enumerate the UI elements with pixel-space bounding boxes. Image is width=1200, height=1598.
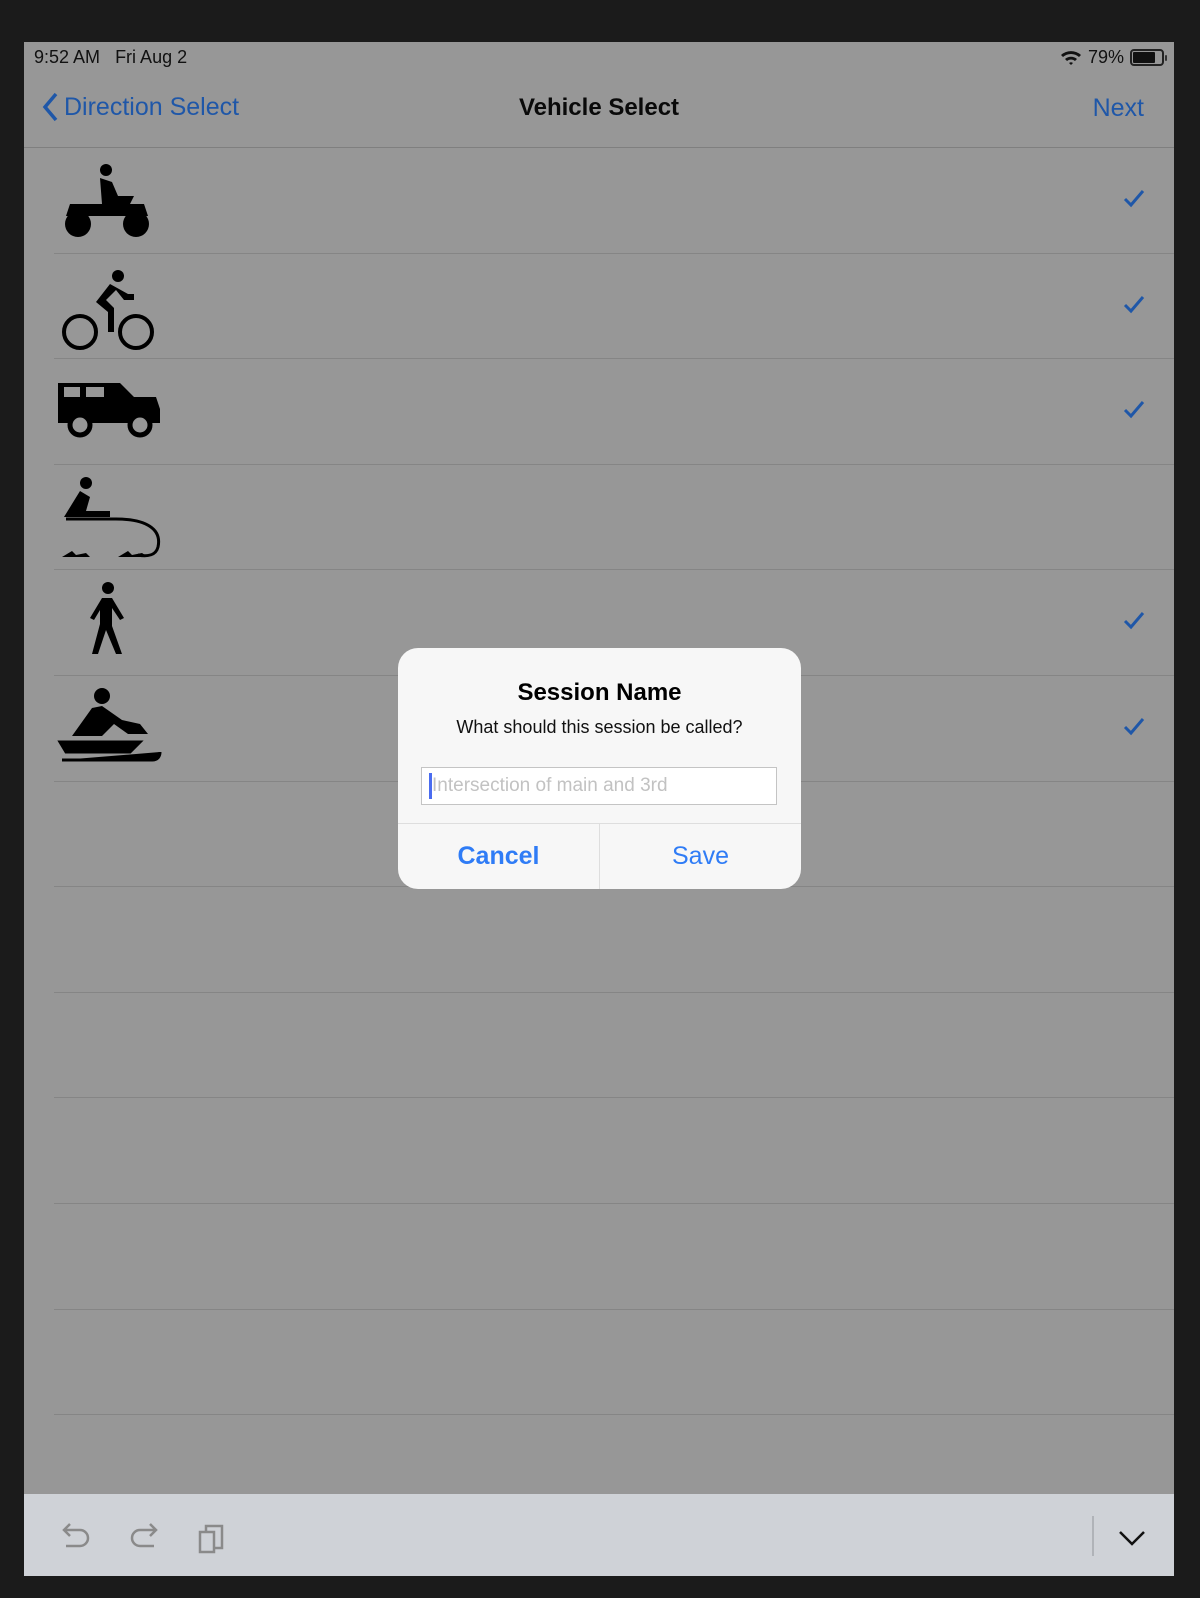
pedestrian-icon <box>90 582 124 655</box>
empty-row <box>54 1204 1174 1310</box>
cancel-button[interactable]: Cancel <box>398 824 600 889</box>
vehicle-row[interactable] <box>54 359 1174 465</box>
session-name-input[interactable] <box>421 767 777 805</box>
toolbar-divider <box>1092 1516 1094 1556</box>
status-time: 9:52 AM <box>34 47 101 67</box>
checkmark-icon <box>1123 401 1145 419</box>
vehicle-row[interactable] <box>54 148 1174 254</box>
bicycle-icon <box>62 269 154 350</box>
keyboard-toolbar <box>24 1494 1174 1576</box>
checkmark-icon <box>1123 612 1145 630</box>
undo-icon[interactable] <box>58 1520 94 1556</box>
atv-icon <box>65 164 149 237</box>
checkmark-icon <box>1123 295 1145 313</box>
empty-row <box>54 1098 1174 1204</box>
empty-row <box>54 887 1174 993</box>
alert-message: What should this session be called? <box>456 717 743 737</box>
snowmobile-icon <box>57 687 162 762</box>
checkmark-icon <box>1123 717 1145 736</box>
dismiss-keyboard-chevron-icon[interactable] <box>1114 1520 1150 1556</box>
status-bar: 9:52 AM Fri Aug 2 79% <box>24 42 1174 72</box>
alert-title: Session Name <box>517 679 682 706</box>
vehicle-row[interactable] <box>54 254 1174 360</box>
battery-icon <box>1130 49 1167 66</box>
status-date: Fri Aug 2 <box>115 47 188 67</box>
next-button[interactable]: Next <box>1093 94 1144 123</box>
checkmark-icon <box>1123 190 1145 208</box>
battery-percent: 79% <box>1087 47 1124 67</box>
dog-sled-icon <box>62 476 161 557</box>
redo-icon[interactable] <box>126 1520 162 1556</box>
page-title: Vehicle Select <box>518 94 680 121</box>
empty-row <box>54 1310 1174 1416</box>
empty-row <box>54 993 1174 1099</box>
jeep-icon <box>58 383 160 438</box>
paste-icon[interactable] <box>194 1520 230 1556</box>
session-name-alert: Session Name What should this session be… <box>398 648 801 889</box>
navigation-bar: Direction Select Vehicle Select Next <box>24 72 1174 148</box>
wifi-icon <box>1060 50 1081 65</box>
vehicle-row[interactable] <box>54 465 1174 571</box>
save-button[interactable]: Save <box>600 824 801 889</box>
text-cursor <box>429 773 432 799</box>
